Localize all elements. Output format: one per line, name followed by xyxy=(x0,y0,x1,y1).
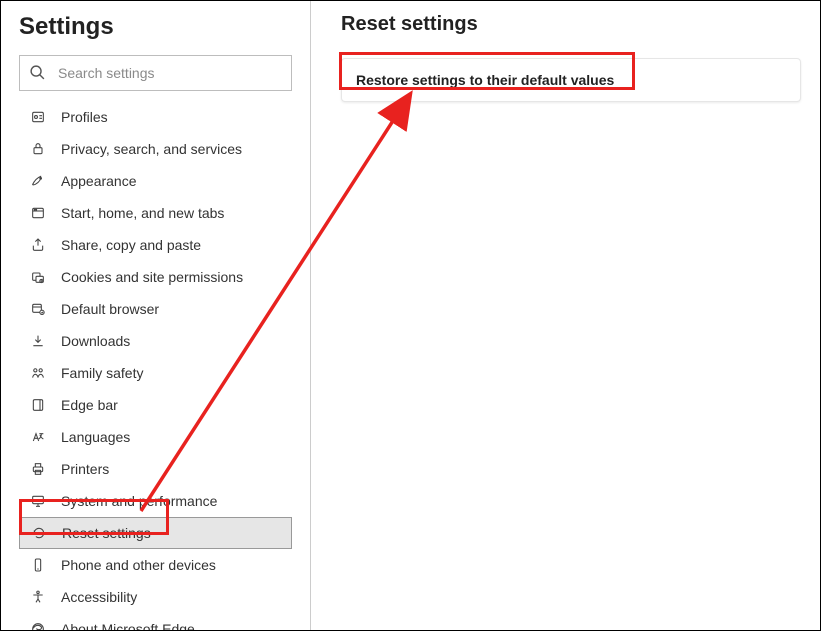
printer-icon xyxy=(29,461,47,477)
sidebar-item-accessibility[interactable]: Accessibility xyxy=(19,581,292,613)
sidebar-item-label: Phone and other devices xyxy=(61,557,216,573)
reset-icon xyxy=(30,525,48,541)
sidebar-item-label: System and performance xyxy=(61,493,217,509)
sidebar-item-cookies[interactable]: Cookies and site permissions xyxy=(19,261,292,293)
sidebar-item-downloads[interactable]: Downloads xyxy=(19,325,292,357)
edge-icon xyxy=(29,621,47,630)
sidebar-item-default-browser[interactable]: Default browser xyxy=(19,293,292,325)
sidebar-item-label: Share, copy and paste xyxy=(61,237,201,253)
sidebar-item-profiles[interactable]: Profiles xyxy=(19,101,292,133)
sidebar-item-label: Appearance xyxy=(61,173,137,189)
search-input[interactable] xyxy=(19,55,292,91)
search-wrap xyxy=(19,55,292,91)
sidebar-item-printers[interactable]: Printers xyxy=(19,453,292,485)
sidebar-item-label: Profiles xyxy=(61,109,108,125)
settings-sidebar: Settings Profiles Privacy, search, and s… xyxy=(1,1,311,630)
system-icon xyxy=(29,493,47,509)
sidebar-item-start[interactable]: Start, home, and new tabs xyxy=(19,197,292,229)
restore-defaults-label: Restore settings to their default values xyxy=(356,72,614,88)
sidebar-item-label: Languages xyxy=(61,429,130,445)
share-icon xyxy=(29,237,47,253)
sidebar-title: Settings xyxy=(19,13,292,41)
family-icon xyxy=(29,365,47,381)
sidebar-item-appearance[interactable]: Appearance xyxy=(19,165,292,197)
phone-icon xyxy=(29,557,47,573)
sidebar-item-edgebar[interactable]: Edge bar xyxy=(19,389,292,421)
lock-icon xyxy=(29,141,47,157)
nav-list: Profiles Privacy, search, and services A… xyxy=(19,101,292,630)
edgebar-icon xyxy=(29,397,47,413)
cookies-icon xyxy=(29,269,47,285)
sidebar-item-share[interactable]: Share, copy and paste xyxy=(19,229,292,261)
start-icon xyxy=(29,205,47,221)
appearance-icon xyxy=(29,173,47,189)
browser-icon xyxy=(29,301,47,317)
languages-icon xyxy=(29,429,47,445)
sidebar-item-label: Privacy, search, and services xyxy=(61,141,242,157)
accessibility-icon xyxy=(29,589,47,605)
sidebar-item-system[interactable]: System and performance xyxy=(19,485,292,517)
page-title: Reset settings xyxy=(341,13,820,36)
sidebar-item-label: Default browser xyxy=(61,301,159,317)
download-icon xyxy=(29,333,47,349)
profiles-icon xyxy=(29,109,47,125)
content-pane: Reset settings Restore settings to their… xyxy=(311,1,820,630)
sidebar-item-about[interactable]: About Microsoft Edge xyxy=(19,613,292,630)
search-icon xyxy=(29,64,46,81)
sidebar-item-label: Printers xyxy=(61,461,109,477)
sidebar-item-label: Cookies and site permissions xyxy=(61,269,243,285)
sidebar-item-label: Accessibility xyxy=(61,589,137,605)
sidebar-item-label: Start, home, and new tabs xyxy=(61,205,224,221)
sidebar-item-label: Edge bar xyxy=(61,397,118,413)
sidebar-item-label: Family safety xyxy=(61,365,143,381)
sidebar-item-languages[interactable]: Languages xyxy=(19,421,292,453)
sidebar-item-family[interactable]: Family safety xyxy=(19,357,292,389)
sidebar-item-reset[interactable]: Reset settings xyxy=(19,517,292,549)
restore-defaults-button[interactable]: Restore settings to their default values xyxy=(341,58,801,102)
sidebar-item-phone[interactable]: Phone and other devices xyxy=(19,549,292,581)
sidebar-item-label: Downloads xyxy=(61,333,130,349)
sidebar-item-label: About Microsoft Edge xyxy=(61,621,195,630)
sidebar-item-label: Reset settings xyxy=(62,525,151,541)
sidebar-item-privacy[interactable]: Privacy, search, and services xyxy=(19,133,292,165)
